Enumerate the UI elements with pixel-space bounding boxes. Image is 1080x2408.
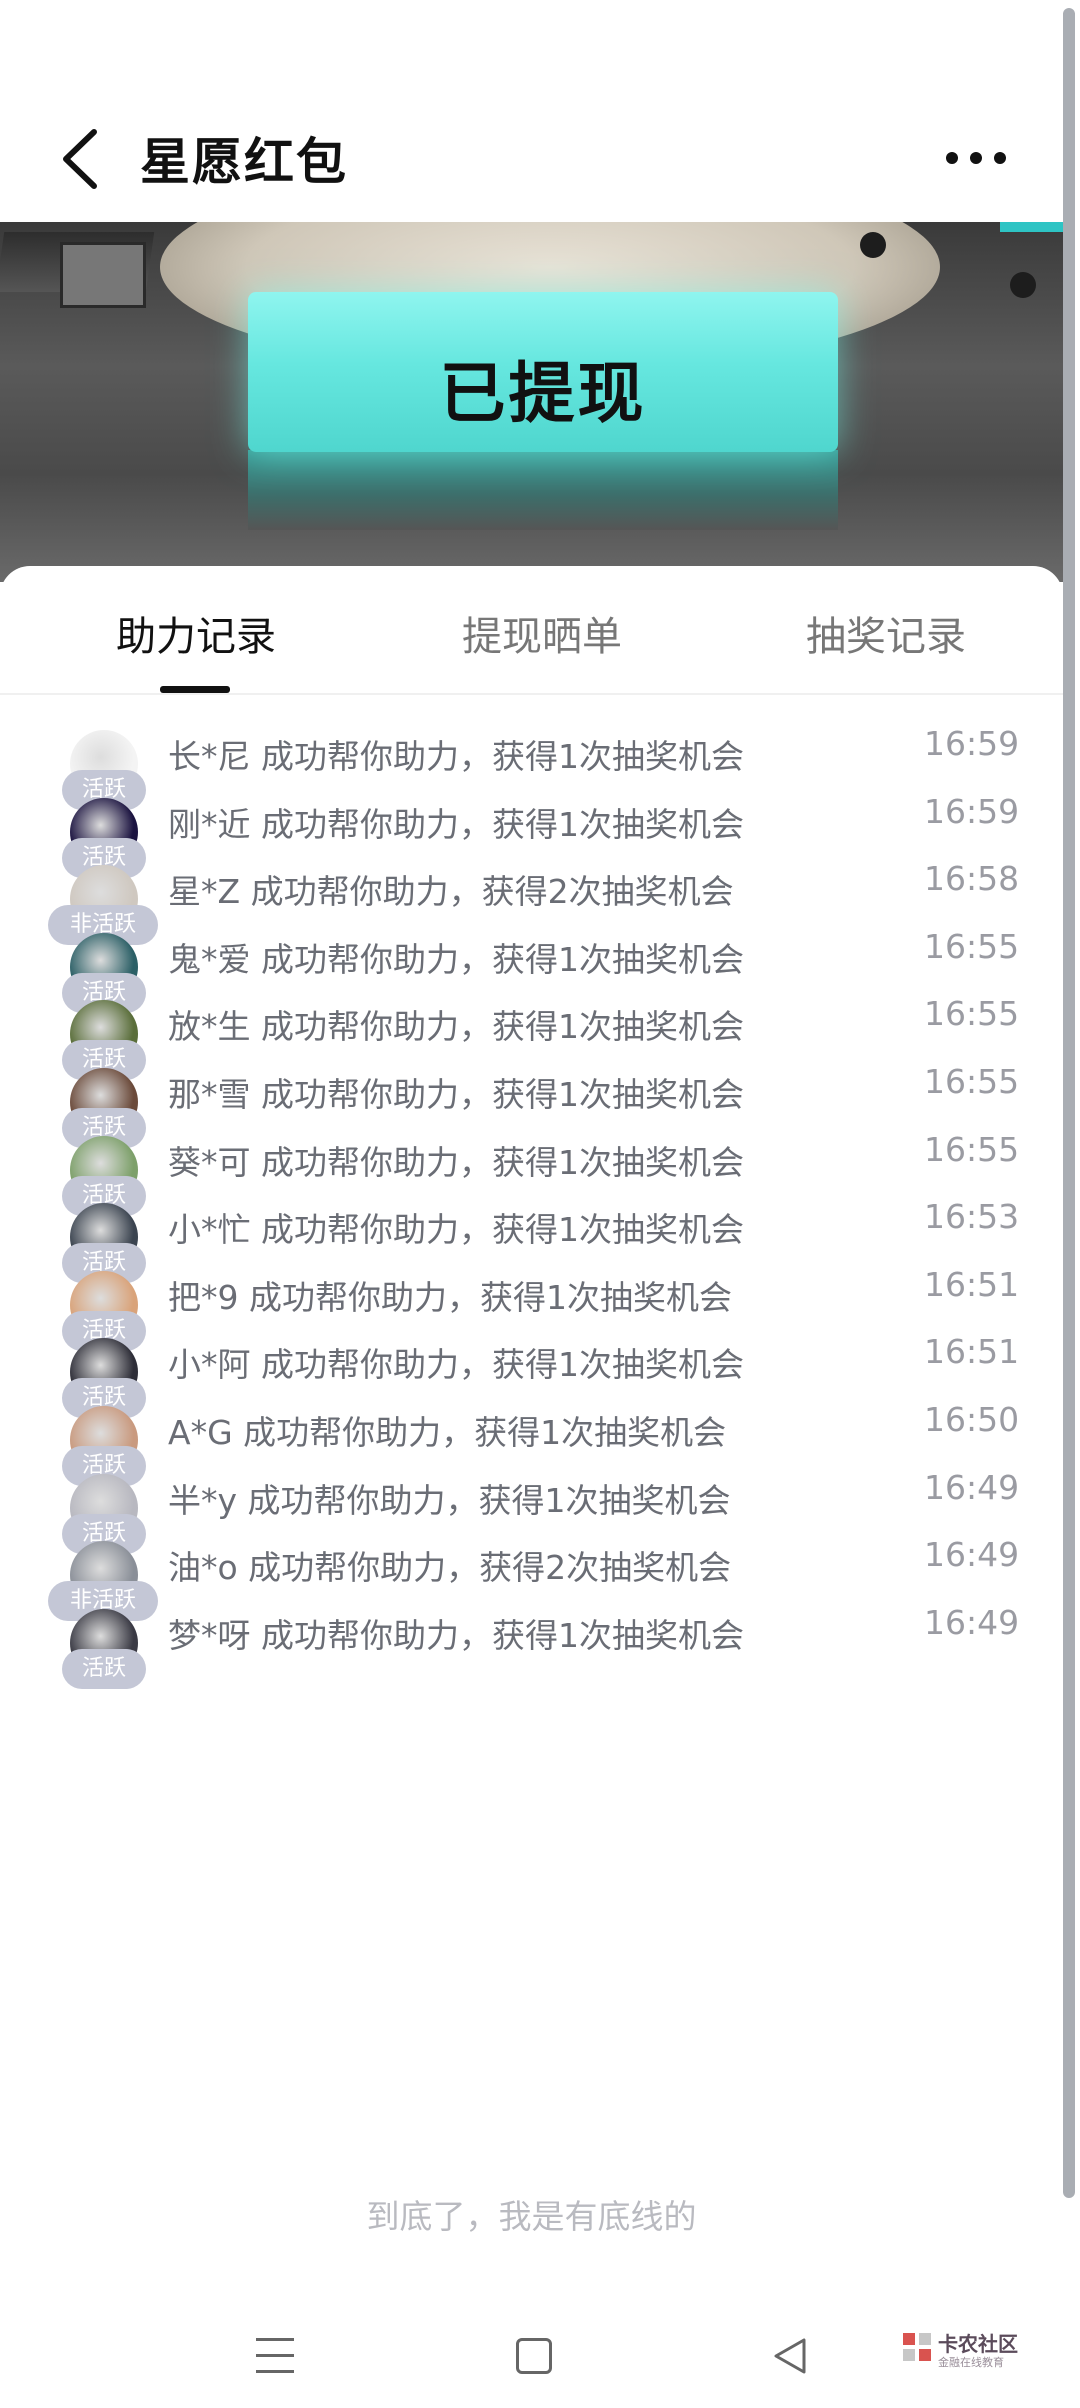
record-message: 刚*近 成功帮你助力，获得1次抽奖机会 — [168, 804, 744, 844]
record-time: 16:55 — [924, 994, 1020, 1034]
record-message: 长*尼 成功帮你助力，获得1次抽奖机会 — [168, 737, 744, 776]
record-message: 放*生 成功帮你助力，获得1次抽奖机会 — [168, 1007, 744, 1047]
watermark-sub: 金融在线教育 — [938, 2356, 1004, 2369]
square-home-icon[interactable] — [516, 2338, 552, 2374]
end-of-list-text: 到底了，我是有底线的 — [366, 2197, 697, 2236]
tab-assist-records[interactable]: 助力记录 — [116, 604, 276, 662]
record-time: 16:55 — [924, 1129, 1020, 1169]
record-message: 油*o 成功帮你助力，获得2次抽奖机会 — [168, 1548, 732, 1588]
system-nav-bar: 卡农社区 金融在线教育 — [0, 2300, 1080, 2408]
more-dots-icon — [946, 152, 1006, 164]
box-decoration — [60, 242, 146, 308]
active-tab-indicator — [160, 686, 230, 693]
record-message: 小*阿 成功帮你助力，获得1次抽奖机会 — [168, 1345, 744, 1385]
record-message: 鬼*爱 成功帮你助力，获得1次抽奖机会 — [168, 939, 744, 979]
record-time: 16:55 — [924, 926, 1020, 966]
record-time: 16:59 — [924, 791, 1020, 831]
triangle-back-icon[interactable] — [770, 2336, 810, 2376]
withdrawn-label: 已提现 — [439, 355, 647, 432]
scrollbar[interactable] — [1063, 8, 1075, 2198]
record-time: 16:51 — [924, 1264, 1020, 1304]
record-time: 16:51 — [924, 1332, 1020, 1372]
top-bar: 星愿红包 — [0, 0, 1080, 222]
watermark-logo-icon — [903, 2333, 931, 2361]
page-title: 星愿红包 — [140, 133, 348, 191]
record-time: 16:53 — [924, 1197, 1020, 1237]
record-time: 16:49 — [924, 1467, 1020, 1507]
menu-lines-icon[interactable] — [256, 2338, 294, 2374]
back-button[interactable] — [58, 128, 106, 190]
record-message: 星*Z 成功帮你助力，获得2次抽奖机会 — [168, 872, 734, 912]
stamp-base — [248, 450, 838, 530]
watermark-name: 卡农社区 — [938, 2332, 1018, 2356]
divider — [0, 693, 1063, 695]
record-time: 16:49 — [924, 1535, 1020, 1575]
record-time: 16:49 — [924, 1602, 1020, 1642]
record-time: 16:58 — [924, 859, 1020, 899]
record-time: 16:50 — [924, 1400, 1020, 1439]
more-button[interactable] — [944, 150, 1008, 166]
record-message: 梦*呀 成功帮你助力，获得1次抽奖机会 — [168, 1615, 744, 1655]
record-message: 那*雪 成功帮你助力，获得1次抽奖机会 — [168, 1075, 744, 1114]
back-chevron-icon — [63, 129, 97, 189]
banner-image: 已提现 — [0, 222, 1063, 582]
tab-withdraw-showcase[interactable]: 提现晒单 — [462, 604, 622, 662]
tab-lottery-records[interactable]: 抽奖记录 — [806, 604, 966, 662]
activity-badge: 活跃 — [62, 1648, 146, 1689]
record-message: 半*y 成功帮你助力，获得1次抽奖机会 — [168, 1480, 731, 1520]
record-row: 活跃 梦*呀 成功帮你助力，获得1次抽奖机会 16:49 — [0, 1599, 1063, 1699]
record-message: 小*忙 成功帮你助力，获得1次抽奖机会 — [168, 1210, 744, 1250]
record-message: 把*9 成功帮你助力，获得1次抽奖机会 — [168, 1277, 732, 1317]
record-time: 16:59 — [924, 724, 1020, 763]
record-time: 16:55 — [924, 1062, 1020, 1101]
watermark: 卡农社区 金融在线教育 — [900, 2318, 1020, 2378]
record-message: A*G 成功帮你助力，获得1次抽奖机会 — [168, 1413, 727, 1452]
record-message: 葵*可 成功帮你助力，获得1次抽奖机会 — [168, 1142, 744, 1182]
cart-decoration — [850, 222, 1063, 302]
